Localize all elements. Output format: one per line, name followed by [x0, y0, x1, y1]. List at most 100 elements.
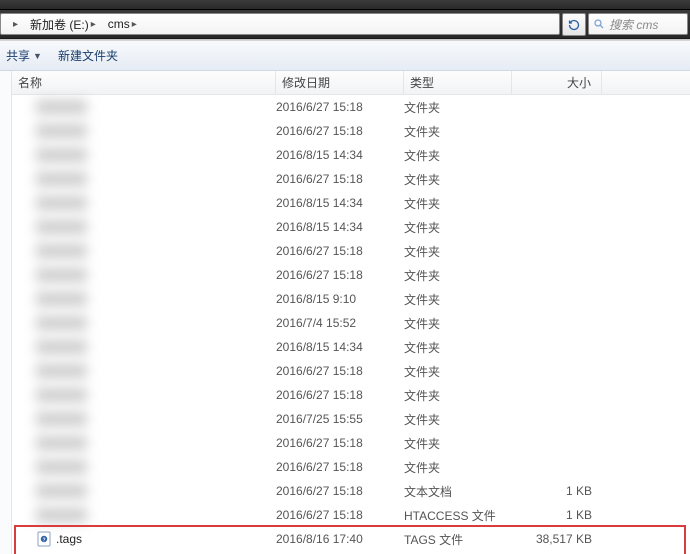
cell-type: 文件夹: [404, 267, 512, 284]
refresh-icon: [568, 19, 580, 31]
chevron-right-icon: ▸: [91, 19, 96, 30]
cell-type: 文件夹: [404, 219, 512, 236]
table-row[interactable]: ██████2016/7/25 15:55文件夹: [12, 407, 690, 431]
cell-type: 文件夹: [404, 363, 512, 380]
table-row[interactable]: ██████2016/8/15 14:34文件夹: [12, 335, 690, 359]
breadcrumb-leading-arrow[interactable]: ▸: [5, 14, 24, 34]
column-header-row: 名称 修改日期 类型 大小: [12, 71, 690, 95]
table-row[interactable]: .tags 2016/8/16 17:40TAGS 文件38,517 KB: [12, 527, 690, 551]
window-titlebar: [0, 0, 690, 10]
address-bar-row: ▸ 新加卷 (E:) ▸ cms ▸ 搜索 cms: [0, 10, 690, 39]
table-row[interactable]: ██████2016/6/27 15:18文件夹: [12, 359, 690, 383]
breadcrumb[interactable]: ▸ 新加卷 (E:) ▸ cms ▸: [0, 13, 560, 35]
cell-type: 文件夹: [404, 291, 512, 308]
file-list-area: 名称 修改日期 类型 大小 ██████2016/6/27 15:18文件夹██…: [12, 71, 690, 554]
cell-type: 文件夹: [404, 435, 512, 452]
cell-date: 2016/6/27 15:18: [276, 172, 404, 186]
file-name-label: .tags: [56, 532, 82, 546]
new-folder-button[interactable]: 新建文件夹: [58, 47, 118, 64]
cell-date: 2016/8/15 14:34: [276, 340, 404, 354]
column-header-date[interactable]: 修改日期: [276, 71, 404, 94]
table-row[interactable]: ██████2016/6/27 15:18文件夹: [12, 455, 690, 479]
cell-name: .tags: [12, 531, 276, 547]
breadcrumb-label: 新加卷 (E:): [30, 16, 89, 33]
cell-type: 文件夹: [404, 315, 512, 332]
chevron-right-icon: ▸: [132, 19, 137, 30]
cell-name: ██████: [12, 316, 276, 330]
cell-size: 38,517 KB: [512, 532, 602, 546]
cell-date: 2016/6/27 15:18: [276, 460, 404, 474]
cell-name: ██████: [12, 388, 276, 402]
cell-type: 文件夹: [404, 387, 512, 404]
cell-name: ██████: [12, 292, 276, 306]
cell-type: 文件夹: [404, 195, 512, 212]
cell-date: 2016/6/27 15:18: [276, 436, 404, 450]
cell-date: 2016/8/15 14:34: [276, 196, 404, 210]
share-button[interactable]: 共享 ▼: [6, 47, 42, 64]
breadcrumb-label: cms: [108, 17, 130, 31]
table-row[interactable]: ██████2016/6/27 15:18文件夹: [12, 119, 690, 143]
file-rows: ██████2016/6/27 15:18文件夹██████2016/6/27 …: [12, 95, 690, 554]
cell-date: 2016/6/27 15:18: [276, 484, 404, 498]
cell-type: 文件夹: [404, 99, 512, 116]
cell-type: 文件夹: [404, 171, 512, 188]
column-header-type[interactable]: 类型: [404, 71, 512, 94]
cell-name: ██████: [12, 124, 276, 138]
breadcrumb-item-volume[interactable]: 新加卷 (E:) ▸: [24, 14, 102, 34]
cell-name: ██████: [12, 172, 276, 186]
search-icon: [593, 18, 605, 30]
toolbar-label: 新建文件夹: [58, 47, 118, 64]
cell-date: 2016/6/27 15:18: [276, 388, 404, 402]
cell-name: ██████: [12, 196, 276, 210]
cell-type: TAGS 文件: [404, 531, 512, 548]
toolbar: 共享 ▼ 新建文件夹: [0, 41, 690, 71]
main-area: 名称 修改日期 类型 大小 ██████2016/6/27 15:18文件夹██…: [0, 71, 690, 554]
table-row[interactable]: ██████2016/6/27 15:18文件夹: [12, 383, 690, 407]
table-row[interactable]: ██████2016/6/27 15:18HTACCESS 文件1 KB: [12, 503, 690, 527]
breadcrumb-item-folder[interactable]: cms ▸: [102, 14, 143, 34]
cell-type: 文件夹: [404, 147, 512, 164]
chevron-down-icon: ▼: [33, 51, 42, 61]
cell-size: 1 KB: [512, 484, 602, 498]
table-row[interactable]: ██████2016/6/27 15:18文本文档1 KB: [12, 479, 690, 503]
table-row[interactable]: ██████2016/8/15 14:34文件夹: [12, 143, 690, 167]
cell-name: ██████: [12, 340, 276, 354]
cell-size: 1 KB: [512, 508, 602, 522]
column-header-name[interactable]: 名称: [12, 71, 276, 94]
cell-type: 文件夹: [404, 459, 512, 476]
unknown-file-icon: [36, 531, 52, 547]
table-row[interactable]: ██████2016/6/27 15:18文件夹: [12, 95, 690, 119]
table-row[interactable]: ██████2016/8/15 14:34文件夹: [12, 215, 690, 239]
table-row[interactable]: ██████2016/6/27 15:18文件夹: [12, 167, 690, 191]
table-row[interactable]: ██████2016/6/27 15:18文件夹: [12, 239, 690, 263]
cell-name: ██████: [12, 268, 276, 282]
table-row[interactable]: ██████2016/7/4 15:52文件夹: [12, 311, 690, 335]
table-row[interactable]: ██████2016/8/15 14:34文件夹: [12, 191, 690, 215]
cell-date: 2016/6/27 15:18: [276, 364, 404, 378]
cell-type: 文件夹: [404, 243, 512, 260]
cell-date: 2016/7/25 15:55: [276, 412, 404, 426]
toolbar-label: 共享: [6, 47, 30, 64]
cell-name: ██████: [12, 148, 276, 162]
table-row[interactable]: ██████2016/6/27 15:18文件夹: [12, 263, 690, 287]
nav-pane-sliver: [0, 71, 12, 554]
table-row[interactable]: ██████2016/8/15 9:10文件夹: [12, 287, 690, 311]
cell-name: ██████: [12, 364, 276, 378]
search-placeholder: 搜索 cms: [609, 16, 658, 33]
cell-date: 2016/8/15 14:34: [276, 148, 404, 162]
cell-type: 文件夹: [404, 123, 512, 140]
cell-date: 2016/8/15 14:34: [276, 220, 404, 234]
cell-date: 2016/6/27 15:18: [276, 508, 404, 522]
cell-type: 文本文档: [404, 483, 512, 500]
cell-name: ██████: [12, 100, 276, 114]
cell-date: 2016/8/16 17:40: [276, 532, 404, 546]
cell-type: 文件夹: [404, 339, 512, 356]
cell-name: ██████: [12, 220, 276, 234]
cell-name: ██████: [12, 508, 276, 522]
column-header-size[interactable]: 大小: [512, 71, 602, 94]
table-row[interactable]: ██████2016/6/27 15:18文件夹: [12, 431, 690, 455]
search-input[interactable]: 搜索 cms: [588, 13, 688, 35]
cell-name: ██████: [12, 244, 276, 258]
refresh-button[interactable]: [562, 13, 586, 36]
cell-name: ██████: [12, 460, 276, 474]
